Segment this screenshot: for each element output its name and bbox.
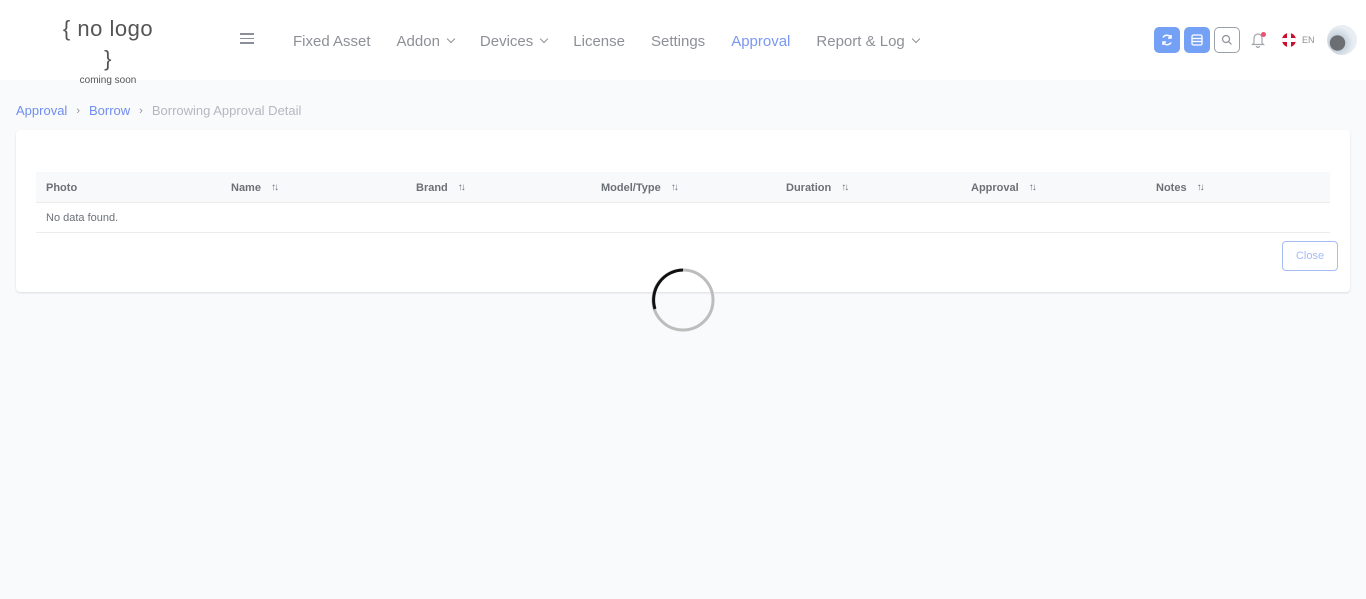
search-icon — [1221, 34, 1232, 45]
close-button[interactable]: Close — [1282, 241, 1338, 271]
nav-item-label: Addon — [396, 32, 440, 50]
sort-icon[interactable]: ↑↓ — [1029, 182, 1037, 193]
main-nav: Fixed Asset Addon Devices License Settin… — [293, 28, 945, 54]
nav-item-devices[interactable]: Devices — [479, 32, 549, 50]
nav-item-fixed-asset[interactable]: Fixed Asset — [293, 33, 371, 50]
loading-spinner-icon — [651, 268, 715, 332]
search-button[interactable] — [1214, 27, 1240, 53]
breadcrumb-approval[interactable]: Approval — [16, 103, 67, 118]
column-label: Model/Type — [601, 181, 661, 194]
header-actions: EN — [1154, 25, 1357, 55]
column-label: Duration — [786, 181, 832, 194]
column-header-approval[interactable]: Approval ↑↓ — [971, 172, 1037, 203]
top-header: { no logo } coming soon Fixed Asset Addo… — [0, 0, 1366, 86]
notification-dot — [1261, 32, 1266, 37]
borrow-items-table: Photo Name ↑↓ Brand ↑↓ Model/Type ↑↓ Dur… — [36, 172, 1330, 233]
chevron-right-icon: › — [139, 104, 143, 117]
nav-item-license[interactable]: License — [573, 33, 625, 50]
chevron-down-icon — [446, 34, 456, 43]
logo-subtext: coming soon — [79, 75, 137, 86]
sort-icon[interactable]: ↑↓ — [671, 182, 679, 193]
column-header-brand[interactable]: Brand ↑↓ — [416, 172, 466, 203]
column-header-model-type[interactable]: Model/Type ↑↓ — [601, 172, 679, 203]
column-label: Name — [231, 181, 261, 194]
sort-icon[interactable]: ↑↓ — [458, 182, 466, 193]
sort-icon[interactable]: ↑↓ — [1197, 182, 1205, 193]
logo-text: { no logo } — [62, 16, 154, 71]
column-header-duration[interactable]: Duration ↑↓ — [786, 172, 849, 203]
column-label: Brand — [416, 181, 448, 194]
column-label: Notes — [1156, 181, 1187, 194]
chevron-down-icon — [911, 34, 921, 43]
chevron-right-icon: › — [76, 104, 80, 117]
menu-toggle-icon[interactable] — [240, 33, 254, 45]
nav-item-approval[interactable]: Approval — [731, 33, 790, 50]
column-header-notes[interactable]: Notes ↑↓ — [1156, 172, 1205, 203]
nav-item-label: Devices — [479, 32, 534, 50]
uk-flag-icon — [1282, 33, 1296, 47]
breadcrumb: Approval › Borrow › Borrowing Approval D… — [16, 103, 301, 118]
nav-item-settings[interactable]: Settings — [651, 33, 705, 50]
sort-icon[interactable]: ↑↓ — [841, 182, 849, 193]
nav-item-addon[interactable]: Addon — [396, 32, 456, 50]
language-selector[interactable]: EN — [1282, 33, 1315, 47]
column-header-name[interactable]: Name ↑↓ — [231, 172, 279, 203]
notification-button[interactable] — [1250, 31, 1266, 49]
logo[interactable]: { no logo } coming soon — [56, 14, 160, 88]
nav-item-label: Fixed Asset — [293, 32, 371, 50]
breadcrumb-current: Borrowing Approval Detail — [151, 103, 302, 118]
sort-icon[interactable]: ↑↓ — [271, 182, 279, 193]
chevron-down-icon — [540, 34, 549, 43]
list-view-button[interactable] — [1184, 27, 1210, 53]
refresh-button[interactable] — [1154, 27, 1180, 53]
empty-table-message: No data found. — [36, 203, 1330, 233]
column-header-photo: Photo — [46, 172, 77, 203]
table-header: Photo Name ↑↓ Brand ↑↓ Model/Type ↑↓ Dur… — [36, 172, 1330, 203]
list-icon — [1191, 34, 1203, 46]
column-label: Photo — [46, 181, 78, 194]
nav-item-label: Report & Log — [816, 32, 905, 50]
nav-item-label: Settings — [650, 32, 706, 50]
column-label: Approval — [971, 181, 1019, 194]
language-label: EN — [1302, 35, 1315, 45]
nav-item-report-log[interactable]: Report & Log — [816, 32, 921, 50]
refresh-icon — [1162, 34, 1172, 46]
user-avatar[interactable] — [1326, 25, 1357, 55]
nav-item-label: Approval — [731, 32, 791, 50]
nav-item-label: License — [573, 32, 625, 50]
breadcrumb-borrow[interactable]: Borrow — [89, 103, 130, 118]
